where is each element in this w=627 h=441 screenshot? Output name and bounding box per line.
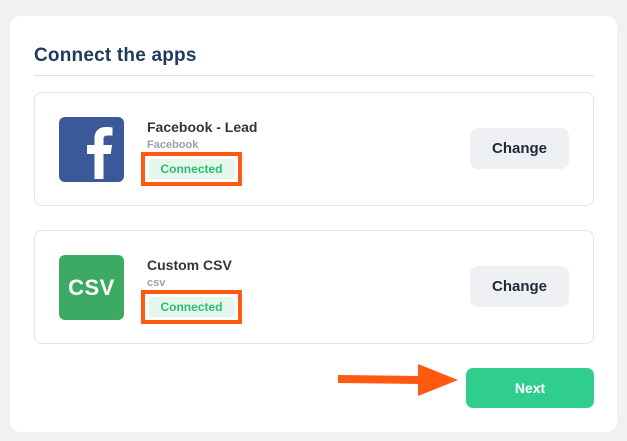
app-name: Facebook - Lead: [147, 119, 258, 135]
status-badge: Connected: [149, 297, 234, 317]
highlight-box: Connected: [141, 152, 242, 186]
next-button[interactable]: Next: [466, 368, 594, 408]
divider: [34, 75, 594, 76]
app-row-csv: CSV Custom CSV csv Connected Change: [34, 230, 594, 344]
app-subtitle: Facebook: [147, 139, 199, 151]
arrow-right-icon: [338, 364, 458, 396]
change-button[interactable]: Change: [470, 266, 569, 307]
status-badge: Connected: [149, 159, 234, 179]
section-title: Connect the apps: [34, 45, 197, 66]
highlight-box: Connected: [141, 290, 242, 324]
facebook-logo-icon: [59, 117, 124, 182]
csv-logo-icon: CSV: [59, 255, 124, 320]
app-row-facebook: Facebook - Lead Facebook Connected Chang…: [34, 92, 594, 206]
connect-apps-card: Connect the apps Facebook - Lead Faceboo…: [10, 16, 617, 432]
change-button[interactable]: Change: [470, 128, 569, 169]
app-subtitle: csv: [147, 277, 166, 289]
app-name: Custom CSV: [147, 257, 232, 273]
